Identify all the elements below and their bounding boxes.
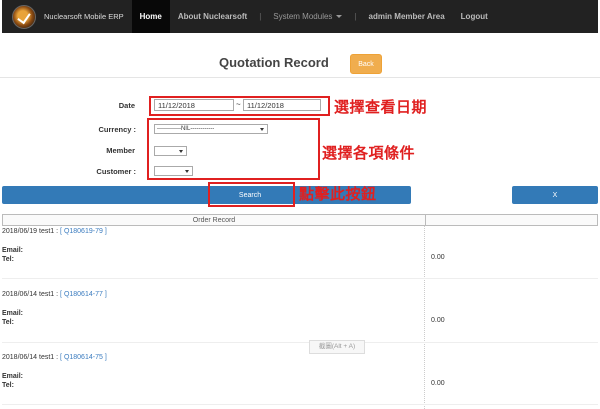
table-row: 2018/06/19 test1 : [ Q180619-79 ] Email:… (2, 228, 107, 263)
record-code-link[interactable]: [ Q180619-79 ] (60, 228, 107, 235)
record-header: 2018/06/14 test1 : [ Q180614-77 ] (2, 291, 107, 298)
record-user: test1 : (39, 354, 59, 361)
record-email: Email: (2, 310, 24, 317)
screenshot-tooltip: 截圖(Alt + A) (309, 340, 365, 354)
nav-separator: | (259, 12, 262, 21)
top-navbar: Nuclearsoft Mobile ERP Home About Nuclea… (2, 0, 598, 33)
search-highlight-box (208, 182, 295, 207)
caret-down-icon (336, 15, 343, 18)
column-divider (424, 226, 426, 409)
nav-system-modules-label: System Modules (273, 12, 333, 21)
amount-header (425, 214, 598, 226)
record-user: test1 : (39, 291, 59, 298)
nav-separator: | (354, 12, 357, 21)
conditions-highlight-box (147, 118, 320, 180)
record-amount: 0.00 (431, 317, 445, 324)
brand[interactable]: Nuclearsoft Mobile ERP (2, 4, 132, 29)
order-record-header: Order Record (2, 214, 426, 226)
back-button[interactable]: Back (350, 54, 382, 74)
date-annotation: 選擇查看日期 (334, 99, 428, 116)
member-label: Member (106, 146, 135, 155)
record-code-link[interactable]: [ Q180614-75 ] (60, 354, 107, 361)
nav-about[interactable]: About Nuclearsoft (170, 0, 255, 33)
divider (0, 77, 600, 78)
table-row: 2018/06/14 test1 : [ Q180614-75 ] Email:… (2, 354, 107, 389)
record-tel: Tel: (2, 319, 14, 326)
row-divider (2, 342, 598, 343)
record-header: 2018/06/19 test1 : [ Q180619-79 ] (2, 228, 107, 235)
record-date: 2018/06/14 (2, 291, 38, 298)
date-label: Date (118, 101, 135, 110)
record-header: 2018/06/14 test1 : [ Q180614-75 ] (2, 354, 107, 361)
conditions-annotation: 選擇各項條件 (322, 145, 416, 162)
table-row: 2018/06/14 test1 : [ Q180614-77 ] Email:… (2, 291, 107, 326)
row-divider (2, 404, 598, 405)
date-highlight-box (149, 96, 330, 116)
nav-logout[interactable]: Logout (453, 0, 496, 33)
record-date: 2018/06/14 (2, 354, 38, 361)
record-amount: 0.00 (431, 380, 445, 387)
customer-label: Customer : (96, 167, 136, 176)
record-email: Email: (2, 247, 24, 254)
close-button[interactable]: X (512, 186, 598, 204)
record-amount: 0.00 (431, 254, 445, 261)
search-annotation: 點擊此按鈕 (299, 186, 377, 203)
record-code-link[interactable]: [ Q180614-77 ] (60, 291, 107, 298)
record-tel: Tel: (2, 256, 14, 263)
nav-member-area[interactable]: admin Member Area (361, 0, 453, 33)
currency-label: Currency : (98, 125, 136, 134)
record-user: test1 : (39, 228, 59, 235)
record-tel: Tel: (2, 382, 14, 389)
row-divider (2, 278, 598, 279)
record-email: Email: (2, 373, 24, 380)
nuclearsoft-logo-icon (12, 4, 36, 29)
nav-system-modules[interactable]: System Modules (265, 0, 350, 33)
record-date: 2018/06/19 (2, 228, 38, 235)
page-title: Quotation Record (219, 55, 329, 70)
brand-name: Nuclearsoft Mobile ERP (44, 12, 124, 21)
nav-home[interactable]: Home (131, 0, 170, 33)
